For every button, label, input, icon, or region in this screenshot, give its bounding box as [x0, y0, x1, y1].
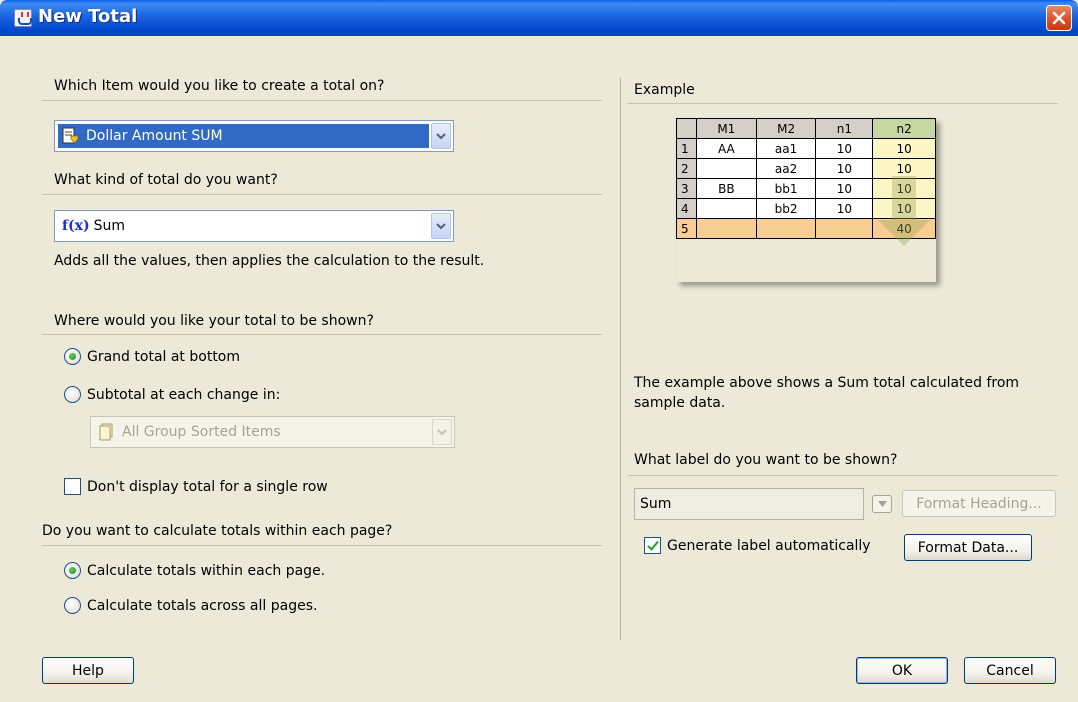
label-text-value: Sum: [640, 496, 672, 512]
kind-description: Adds all the values, then applies the ca…: [54, 253, 485, 269]
table-cell: 10: [872, 198, 936, 219]
row-number: 1: [676, 138, 697, 159]
table-cell: aa2: [755, 158, 817, 179]
subtotal-label: Subtotal at each change in:: [87, 386, 281, 403]
close-icon: [1052, 11, 1066, 25]
row-number: 2: [676, 158, 697, 179]
cancel-button[interactable]: Cancel: [964, 657, 1056, 684]
grand-total-label: Grand total at bottom: [87, 348, 241, 365]
corner-cell: [676, 118, 697, 139]
kind-combo-value: Sum: [93, 218, 126, 234]
divider: [628, 103, 1058, 104]
panel-divider: [620, 78, 621, 640]
column-header: M1: [695, 118, 757, 139]
example-caption: The example above shows a Sum total calc…: [634, 375, 1020, 411]
ok-button[interactable]: OK: [856, 657, 948, 684]
help-button[interactable]: Help: [42, 657, 134, 684]
kind-question-label: What kind of total do you want?: [54, 172, 278, 188]
radio-button[interactable]: [64, 348, 81, 365]
divider: [42, 545, 602, 546]
radio-button[interactable]: [64, 562, 81, 579]
table-row: 3 BB bb1 10 10: [676, 178, 936, 199]
table-row: 1 AA aa1 10 10: [676, 138, 936, 159]
table-cell: 10: [872, 158, 936, 179]
table-cell: [755, 218, 817, 239]
measure-item-icon: [62, 127, 79, 145]
triangle-down-icon: [877, 501, 887, 507]
column-header: n1: [815, 118, 874, 139]
radio-button[interactable]: [64, 386, 81, 403]
table-cell: bb2: [755, 198, 817, 219]
where-question-label: Where would you like your total to be sh…: [54, 313, 374, 329]
within-page-option[interactable]: Calculate totals within each page.: [64, 562, 325, 579]
example-heading: Example: [634, 82, 695, 98]
table-cell: aa1: [755, 138, 817, 159]
item-combo[interactable]: Dollar Amount SUM: [54, 120, 454, 152]
divider: [628, 475, 1058, 476]
chevron-down-icon[interactable]: [431, 213, 451, 239]
example-table: M1 M2 n1 n2 1 AA aa1 10 10 2 aa2 10 10 3…: [676, 118, 936, 239]
generate-label-option[interactable]: Generate label automatically: [644, 537, 871, 554]
group-document-icon: [98, 423, 114, 441]
item-combo-value: Dollar Amount SUM: [86, 128, 223, 144]
page-question-label: Do you want to calculate totals within e…: [42, 523, 393, 539]
single-row-label: Don't display total for a single row: [87, 478, 328, 495]
table-cell: 10: [872, 138, 936, 159]
checkbox[interactable]: [644, 537, 661, 554]
table-row: 2 aa2 10 10: [676, 158, 936, 179]
radio-button[interactable]: [64, 597, 81, 614]
across-pages-label: Calculate totals across all pages.: [87, 597, 318, 614]
column-header: M2: [755, 118, 817, 139]
row-number: 5: [676, 218, 697, 239]
table-cell: [695, 198, 757, 219]
divider: [42, 334, 602, 335]
title-bar: New Total: [0, 0, 1078, 36]
table-cell: bb1: [755, 178, 817, 199]
table-cell: 10: [872, 178, 936, 199]
across-pages-option[interactable]: Calculate totals across all pages.: [64, 597, 317, 614]
function-icon: f(x): [62, 218, 90, 234]
column-header: n2: [872, 118, 936, 139]
item-question-label: Which Item would you like to create a to…: [54, 78, 385, 94]
window-title: New Total: [38, 6, 138, 27]
kind-combo[interactable]: f(x) Sum: [54, 210, 454, 242]
table-cell: BB: [695, 178, 757, 199]
row-number: 3: [676, 178, 697, 199]
format-data-button[interactable]: Format Data...: [904, 534, 1032, 561]
group-combo[interactable]: All Group Sorted Items: [90, 416, 455, 448]
table-cell: [695, 158, 757, 179]
close-button[interactable]: [1046, 5, 1072, 31]
table-cell: 10: [815, 198, 874, 219]
table-cell: AA: [695, 138, 757, 159]
java-app-icon: [14, 9, 32, 27]
row-number: 4: [676, 198, 697, 219]
divider: [42, 100, 602, 101]
table-row: 5 40: [676, 218, 936, 239]
grand-total-option[interactable]: Grand total at bottom: [64, 348, 240, 365]
table-cell: 10: [815, 158, 874, 179]
chevron-down-icon[interactable]: [431, 123, 451, 149]
subtotal-option[interactable]: Subtotal at each change in:: [64, 386, 280, 403]
single-row-option[interactable]: Don't display total for a single row: [64, 478, 328, 495]
chevron-down-icon: [432, 419, 452, 445]
table-cell: [815, 218, 874, 239]
table-cell: 10: [815, 138, 874, 159]
divider: [42, 194, 602, 195]
label-dropdown-button[interactable]: [872, 495, 892, 513]
table-cell: [695, 218, 757, 239]
group-combo-value: All Group Sorted Items: [122, 424, 281, 440]
table-cell: 40: [872, 218, 936, 239]
label-question: What label do you want to be shown?: [634, 452, 898, 468]
example-table-wrapper: M1 M2 n1 n2 1 AA aa1 10 10 2 aa2 10 10 3…: [676, 118, 936, 282]
within-page-label: Calculate totals within each page.: [87, 562, 326, 579]
generate-label-text: Generate label automatically: [667, 537, 871, 554]
table-cell: 10: [815, 178, 874, 199]
table-row: 4 bb2 10 10: [676, 198, 936, 219]
label-text-field[interactable]: Sum: [634, 488, 864, 520]
format-heading-button[interactable]: Format Heading...: [902, 490, 1056, 517]
checkbox[interactable]: [64, 478, 81, 495]
